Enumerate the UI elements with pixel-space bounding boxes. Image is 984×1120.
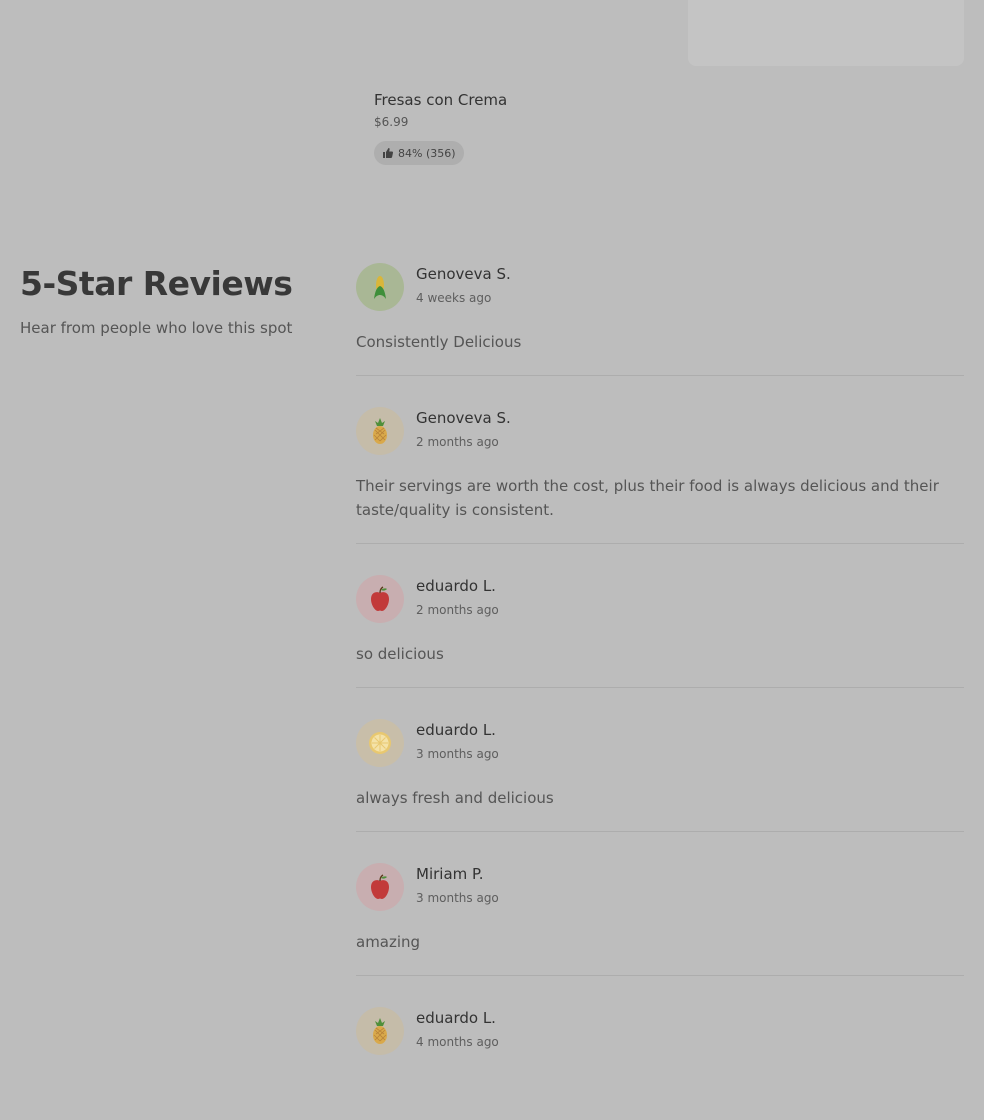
- apple-icon: [365, 584, 395, 614]
- review-text: so delicious: [356, 645, 444, 663]
- review-item: eduardo L. 3 months ago always fresh and…: [356, 688, 964, 832]
- item-price: $6.99: [374, 115, 409, 129]
- review-date: 4 months ago: [416, 1035, 499, 1049]
- review-text: always fresh and delicious: [356, 789, 554, 807]
- avatar: [356, 719, 404, 767]
- reviews-subtitle: Hear from people who love this spot: [20, 319, 293, 337]
- item-name: Fresas con Crema: [374, 91, 508, 109]
- review-item: eduardo L. 4 months ago: [356, 976, 964, 1055]
- review-date: 2 months ago: [416, 435, 499, 449]
- review-item: eduardo L. 2 months ago so delicious: [356, 544, 964, 688]
- review-date: 3 months ago: [416, 747, 499, 761]
- review-item: Miriam P. 3 months ago amazing: [356, 832, 964, 976]
- review-date: 3 months ago: [416, 891, 499, 905]
- review-text: amazing: [356, 933, 421, 951]
- reviewer-name: Miriam P.: [416, 865, 484, 883]
- reviewer-name: eduardo L.: [416, 577, 496, 595]
- avatar: [356, 1007, 404, 1055]
- review-date: 4 weeks ago: [416, 291, 492, 305]
- avatar: [356, 263, 404, 311]
- thumbs-up-icon: [382, 147, 394, 159]
- lemon-slice-icon: [365, 728, 395, 758]
- reviewer-name: Genoveva S.: [416, 409, 511, 427]
- avatar: [356, 575, 404, 623]
- pineapple-icon: [365, 1016, 395, 1046]
- reviewer-name: eduardo L.: [416, 721, 496, 739]
- avatar: [356, 863, 404, 911]
- review-item: Genoveva S. 2 months ago Their servings …: [356, 376, 964, 544]
- reviews-header: 5-Star Reviews Hear from people who love…: [20, 262, 340, 338]
- reviewer-name: eduardo L.: [416, 1009, 496, 1027]
- reviews-list: Genoveva S. 4 weeks ago Consistently Del…: [356, 263, 964, 1055]
- menu-item-card[interactable]: Fresas con Crema $6.99 84% (356): [374, 88, 674, 165]
- review-text: Their servings are worth the cost, plus …: [356, 477, 939, 519]
- corn-icon: [365, 272, 395, 302]
- reviewer-name: Genoveva S.: [416, 265, 511, 283]
- item-image[interactable]: [688, 0, 964, 66]
- pineapple-icon: [365, 416, 395, 446]
- reviews-title: 5-Star Reviews: [20, 264, 293, 303]
- item-rating-text: 84% (356): [398, 146, 456, 160]
- avatar: [356, 407, 404, 455]
- item-rating-badge: 84% (356): [374, 141, 464, 165]
- review-item: Genoveva S. 4 weeks ago Consistently Del…: [356, 263, 964, 376]
- apple-icon: [365, 872, 395, 902]
- review-date: 2 months ago: [416, 603, 499, 617]
- review-text: Consistently Delicious: [356, 333, 522, 351]
